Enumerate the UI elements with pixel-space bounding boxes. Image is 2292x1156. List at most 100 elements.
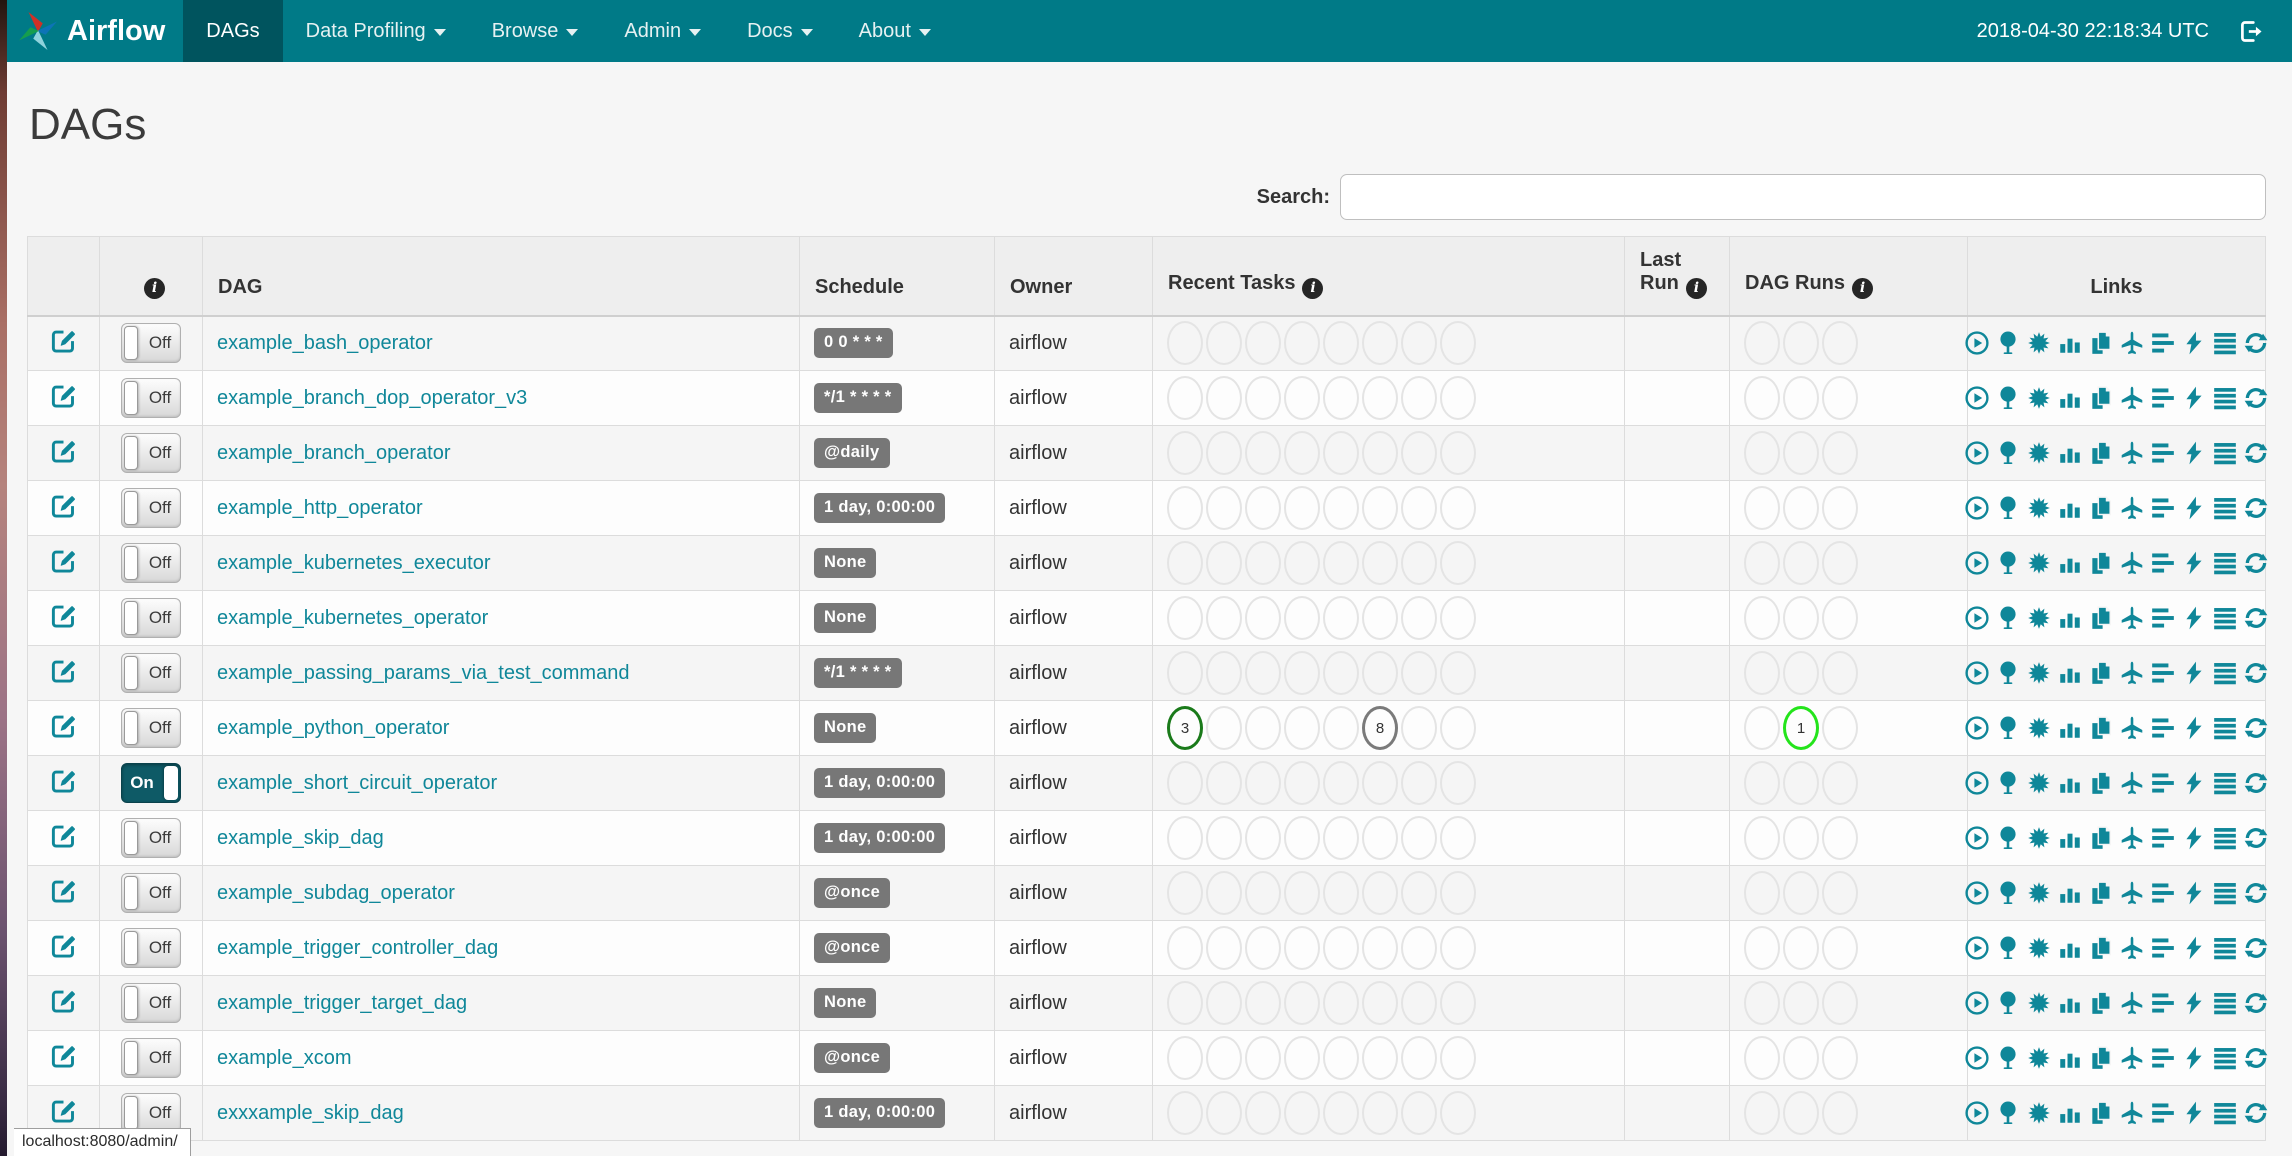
- gantt-icon[interactable]: [2150, 1045, 2176, 1071]
- code-view-icon[interactable]: [2181, 935, 2207, 961]
- tasks-duration-icon[interactable]: [2057, 770, 2083, 796]
- gantt-icon[interactable]: [2150, 495, 2176, 521]
- code-view-icon[interactable]: [2181, 1100, 2207, 1126]
- nav-item-docs[interactable]: Docs: [724, 0, 836, 62]
- state-circle[interactable]: [1167, 596, 1203, 640]
- tasks-duration-icon[interactable]: [2057, 495, 2083, 521]
- state-circle[interactable]: [1206, 1036, 1242, 1080]
- state-circle[interactable]: [1744, 871, 1780, 915]
- state-circle[interactable]: [1206, 816, 1242, 860]
- state-circle[interactable]: [1206, 1091, 1242, 1135]
- state-circle[interactable]: [1284, 1091, 1320, 1135]
- task-details-icon[interactable]: [2212, 605, 2238, 631]
- refresh-icon[interactable]: [2243, 660, 2269, 686]
- dag-name-link[interactable]: example_bash_operator: [217, 332, 433, 354]
- code-view-icon[interactable]: [2181, 660, 2207, 686]
- tasks-duration-icon[interactable]: [2057, 660, 2083, 686]
- state-circle[interactable]: [1206, 321, 1242, 366]
- task-tries-icon[interactable]: [2088, 770, 2114, 796]
- task-details-icon[interactable]: [2212, 330, 2238, 356]
- task-details-icon[interactable]: [2212, 440, 2238, 466]
- dag-name-link[interactable]: example_xcom: [217, 1047, 352, 1069]
- gantt-icon[interactable]: [2150, 550, 2176, 576]
- state-circle[interactable]: [1744, 816, 1780, 860]
- state-circle[interactable]: [1362, 651, 1398, 695]
- state-circle[interactable]: [1744, 596, 1780, 640]
- state-circle[interactable]: [1822, 706, 1858, 750]
- state-circle[interactable]: [1440, 431, 1476, 475]
- state-circle[interactable]: [1401, 871, 1437, 915]
- dag-name-link[interactable]: example_skip_dag: [217, 827, 384, 849]
- task-tries-icon[interactable]: [2088, 660, 2114, 686]
- dag-name-link[interactable]: example_subdag_operator: [217, 882, 455, 904]
- gantt-icon[interactable]: [2150, 660, 2176, 686]
- state-circle[interactable]: [1323, 376, 1359, 420]
- graph-view-icon[interactable]: [2026, 1045, 2052, 1071]
- trigger-dag-icon[interactable]: [1964, 440, 1990, 466]
- refresh-icon[interactable]: [2243, 880, 2269, 906]
- state-circle[interactable]: [1362, 431, 1398, 475]
- task-tries-icon[interactable]: [2088, 495, 2114, 521]
- state-circle[interactable]: [1783, 816, 1819, 860]
- state-circle[interactable]: [1401, 1091, 1437, 1135]
- state-circle[interactable]: [1323, 486, 1359, 530]
- state-circle[interactable]: [1822, 376, 1858, 420]
- state-circle[interactable]: [1323, 926, 1359, 970]
- state-circle[interactable]: [1362, 541, 1398, 585]
- state-circle[interactable]: [1362, 376, 1398, 420]
- state-circle[interactable]: [1323, 761, 1359, 805]
- dag-edit-icon[interactable]: [50, 1097, 77, 1124]
- dag-name-link[interactable]: example_passing_params_via_test_command: [217, 662, 629, 684]
- state-circle[interactable]: [1744, 376, 1780, 420]
- state-circle[interactable]: [1167, 1036, 1203, 1080]
- state-circle[interactable]: [1401, 981, 1437, 1025]
- state-circle[interactable]: [1744, 431, 1780, 475]
- dag-pause-toggle[interactable]: Off: [121, 983, 181, 1023]
- dag-pause-toggle[interactable]: Off: [121, 323, 181, 364]
- state-circle[interactable]: [1284, 706, 1320, 750]
- refresh-icon[interactable]: [2243, 990, 2269, 1016]
- landing-times-icon[interactable]: [2119, 715, 2145, 741]
- state-circle[interactable]: [1167, 651, 1203, 695]
- state-circle[interactable]: [1245, 871, 1281, 915]
- state-circle[interactable]: [1362, 816, 1398, 860]
- dag-edit-icon[interactable]: [50, 712, 77, 739]
- trigger-dag-icon[interactable]: [1964, 660, 1990, 686]
- state-circle[interactable]: [1440, 376, 1476, 420]
- state-circle[interactable]: [1167, 486, 1203, 530]
- state-circle[interactable]: [1744, 651, 1780, 695]
- state-circle[interactable]: [1440, 1036, 1476, 1080]
- dag-pause-toggle[interactable]: Off: [121, 818, 181, 858]
- graph-view-icon[interactable]: [2026, 605, 2052, 631]
- column-header-schedule[interactable]: Schedule: [799, 236, 995, 317]
- tree-view-icon[interactable]: [1995, 330, 2021, 356]
- refresh-icon[interactable]: [2243, 1100, 2269, 1126]
- graph-view-icon[interactable]: [2026, 770, 2052, 796]
- state-circle[interactable]: [1284, 816, 1320, 860]
- code-view-icon[interactable]: [2181, 770, 2207, 796]
- tasks-duration-icon[interactable]: [2057, 715, 2083, 741]
- state-circle[interactable]: [1245, 761, 1281, 805]
- state-circle[interactable]: [1323, 541, 1359, 585]
- dag-edit-icon[interactable]: [50, 932, 77, 959]
- column-header-links[interactable]: Links: [1967, 236, 2266, 317]
- gantt-icon[interactable]: [2150, 385, 2176, 411]
- refresh-icon[interactable]: [2243, 605, 2269, 631]
- dag-edit-icon[interactable]: [50, 767, 77, 794]
- dag-name-link[interactable]: exxxample_skip_dag: [217, 1102, 404, 1124]
- state-circle[interactable]: [1783, 596, 1819, 640]
- task-details-icon[interactable]: [2212, 1045, 2238, 1071]
- state-circle[interactable]: [1284, 486, 1320, 530]
- state-circle[interactable]: [1822, 541, 1858, 585]
- dag-name-link[interactable]: example_kubernetes_operator: [217, 607, 488, 629]
- dag-pause-toggle[interactable]: Off: [121, 543, 181, 583]
- column-header-recent-tasks[interactable]: Recent Tasks i: [1152, 236, 1625, 317]
- state-circle[interactable]: [1245, 816, 1281, 860]
- dag-pause-toggle[interactable]: Off: [121, 1093, 181, 1133]
- state-circle[interactable]: [1206, 486, 1242, 530]
- state-circle[interactable]: [1284, 541, 1320, 585]
- state-circle[interactable]: [1783, 486, 1819, 530]
- tree-view-icon[interactable]: [1995, 605, 2021, 631]
- state-circle[interactable]: [1206, 926, 1242, 970]
- landing-times-icon[interactable]: [2119, 1045, 2145, 1071]
